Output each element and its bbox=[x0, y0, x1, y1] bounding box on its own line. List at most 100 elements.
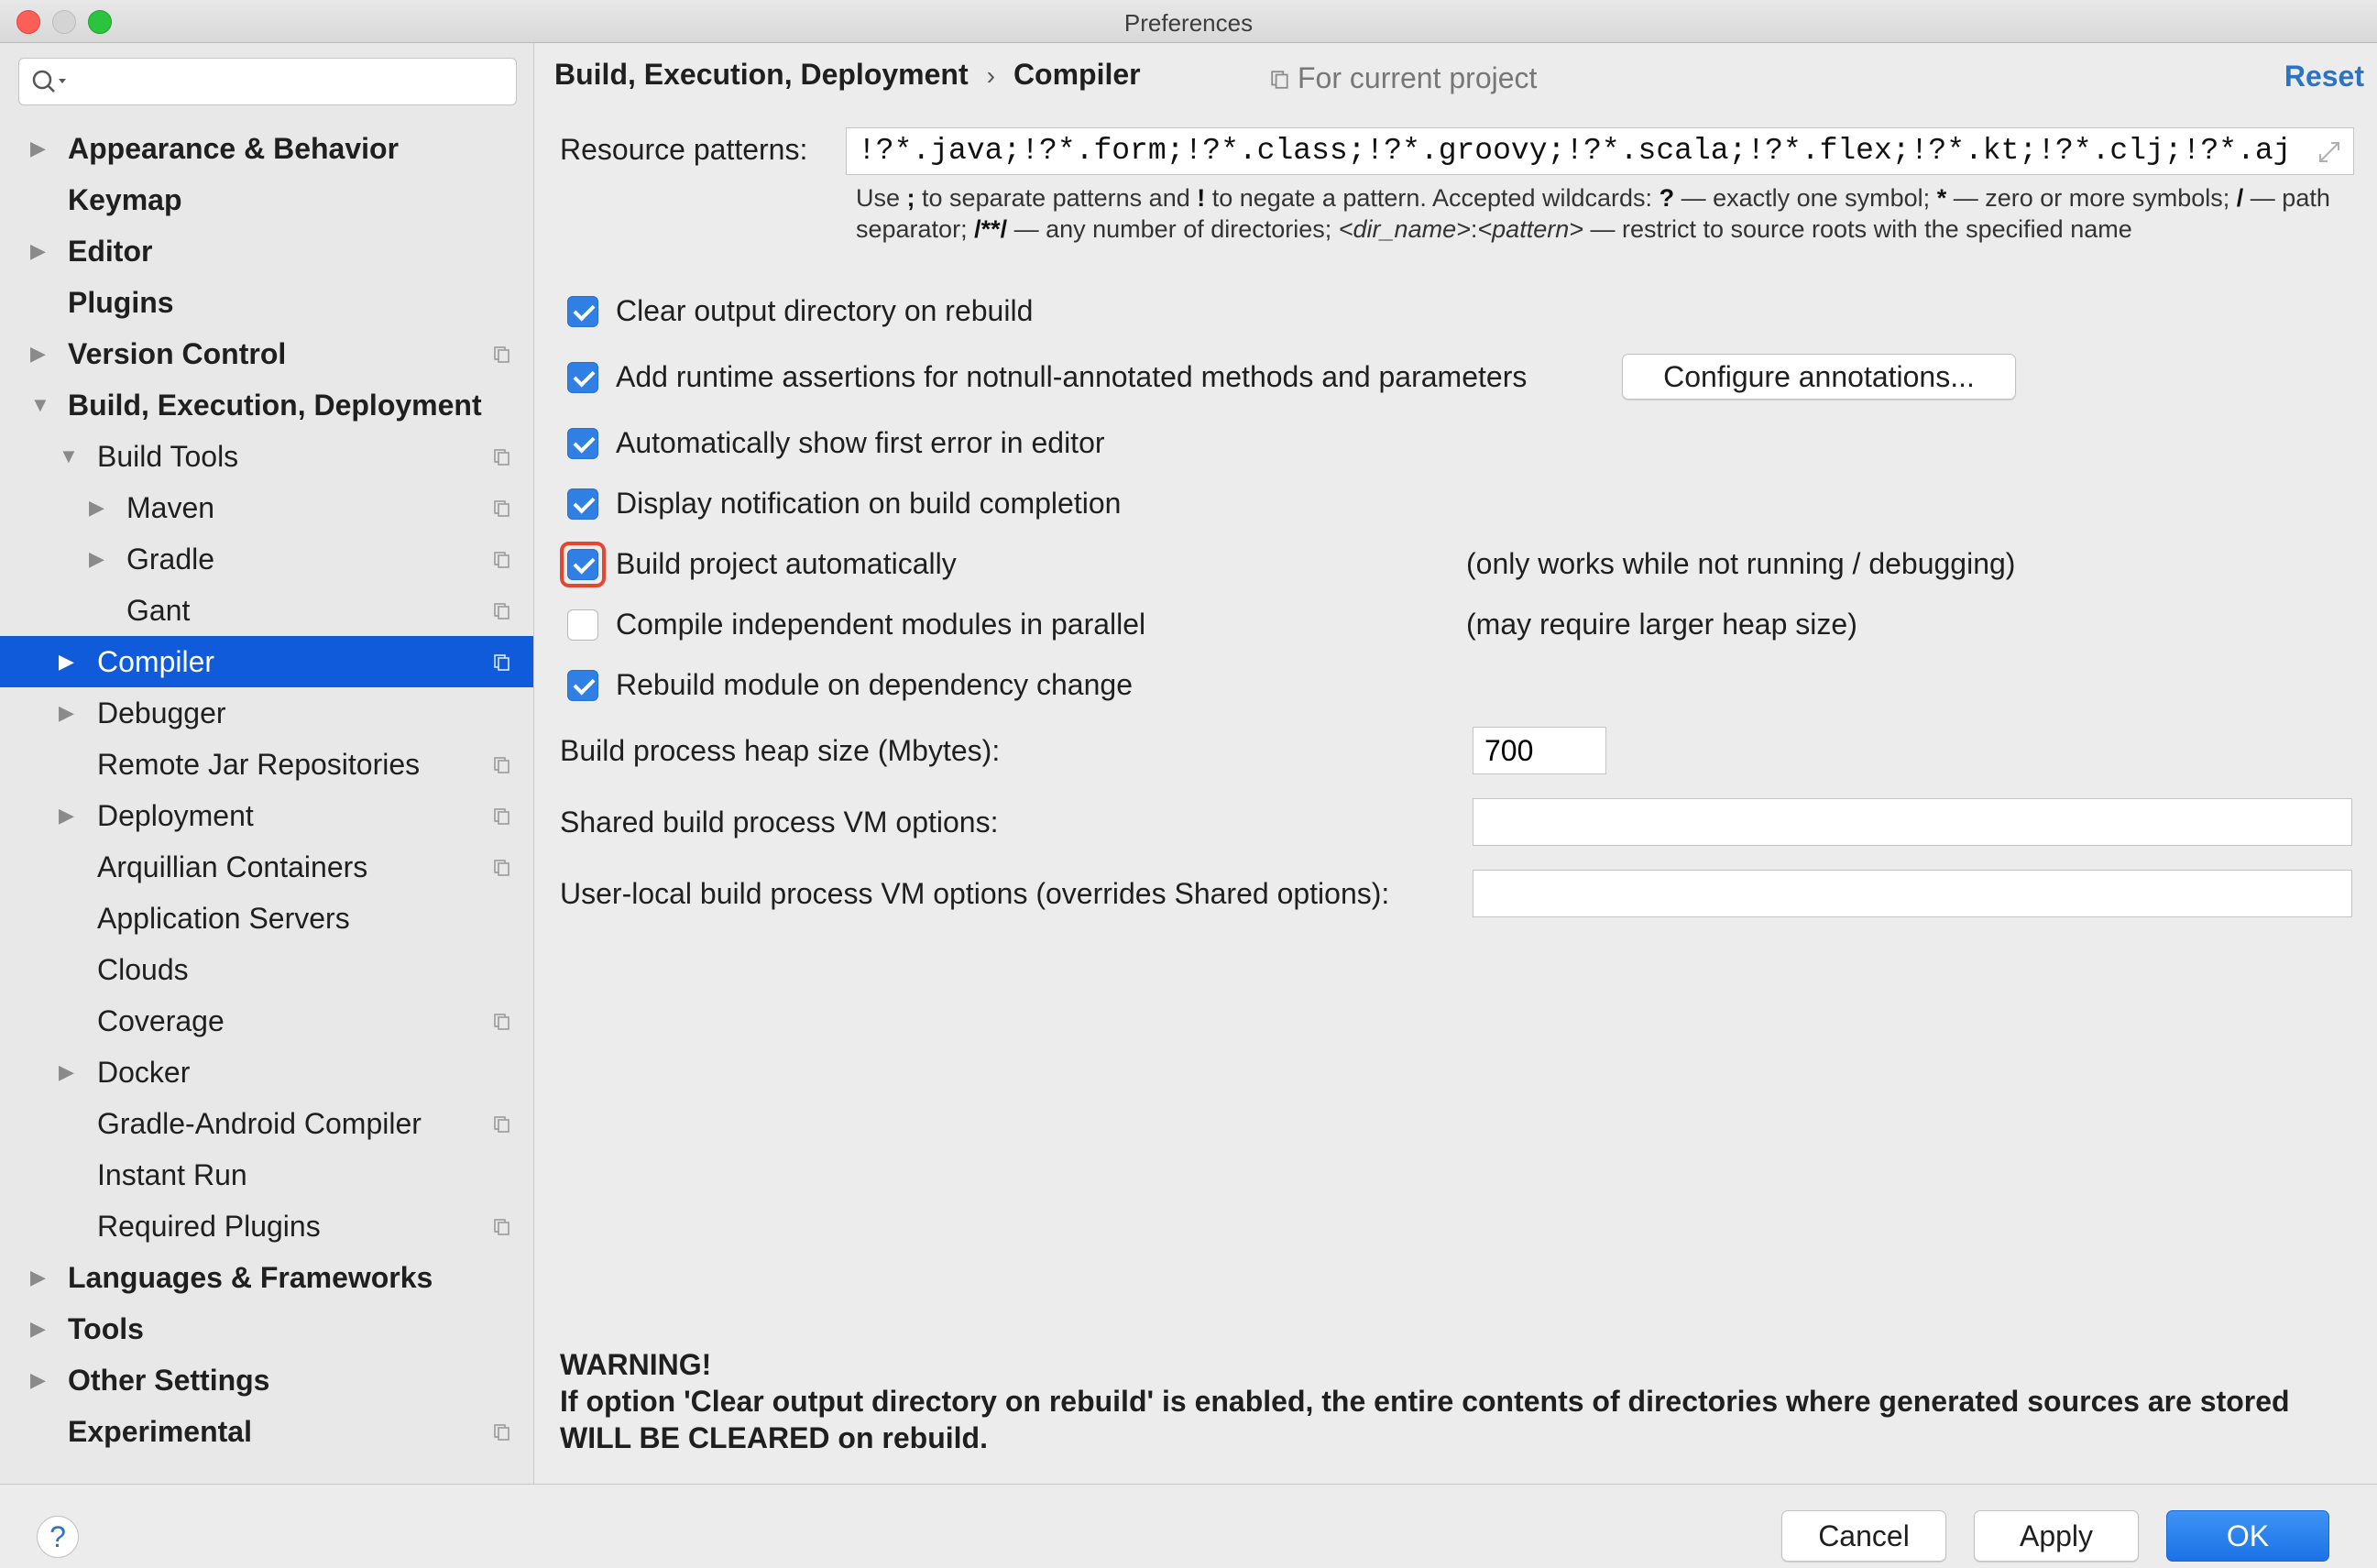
project-scope-icon bbox=[1271, 71, 1288, 89]
project-scope-icon bbox=[494, 757, 509, 773]
tree-item-label: Required Plugins bbox=[97, 1210, 321, 1243]
expand-arrow-icon[interactable]: ▶ bbox=[89, 533, 104, 585]
configure-annotations-button[interactable]: Configure annotations... bbox=[1622, 354, 2016, 400]
project-scope-icon bbox=[494, 449, 509, 466]
settings-search[interactable] bbox=[18, 58, 517, 105]
tree-item-remote-jar-repositories[interactable]: Remote Jar Repositories bbox=[0, 739, 533, 790]
tree-item-docker[interactable]: ▶ Docker bbox=[0, 1047, 533, 1098]
tree-item-application-servers[interactable]: Application Servers bbox=[0, 893, 533, 944]
expand-arrow-icon[interactable]: ▶ bbox=[30, 328, 46, 379]
tree-item-label: Editor bbox=[68, 235, 153, 268]
shared-vm-options-label: Shared build process VM options: bbox=[560, 806, 999, 839]
tree-item-compiler[interactable]: ▶ Compiler bbox=[0, 636, 533, 687]
expand-arrow-icon[interactable]: ▶ bbox=[59, 1047, 74, 1098]
ok-button[interactable]: OK bbox=[2166, 1510, 2329, 1562]
runtime-assertions-checkbox[interactable] bbox=[567, 362, 598, 393]
rebuild-dependency-checkbox[interactable] bbox=[567, 670, 598, 701]
tree-item-debugger[interactable]: ▶ Debugger bbox=[0, 687, 533, 739]
project-scope-icon bbox=[494, 346, 509, 363]
project-scope-icon bbox=[494, 860, 509, 876]
tree-item-maven[interactable]: ▶ Maven bbox=[0, 482, 533, 533]
project-scope-icon bbox=[494, 603, 509, 620]
tree-item-languages-frameworks[interactable]: ▶ Languages & Frameworks bbox=[0, 1252, 533, 1303]
notify-completion-checkbox[interactable] bbox=[567, 488, 598, 520]
tree-item-build-execution-deployment[interactable]: ▼ Build, Execution, Deployment bbox=[0, 379, 533, 431]
expand-arrow-icon[interactable]: ▶ bbox=[30, 1303, 46, 1354]
runtime-assertions-label: Add runtime assertions for notnull-annot… bbox=[616, 360, 1528, 393]
search-icon[interactable] bbox=[28, 66, 72, 97]
tree-item-tools[interactable]: ▶ Tools bbox=[0, 1303, 533, 1354]
tree-item-gradle-android-compiler[interactable]: Gradle-Android Compiler bbox=[0, 1098, 533, 1149]
help-button[interactable]: ? bbox=[37, 1516, 79, 1558]
project-scope-icon bbox=[494, 808, 509, 825]
tree-item-keymap[interactable]: Keymap bbox=[0, 174, 533, 225]
settings-search-input[interactable] bbox=[76, 64, 501, 99]
settings-tree: ▶ Appearance & Behavior Keymap ▶ Editor … bbox=[0, 123, 533, 1457]
tree-item-label: Keymap bbox=[68, 183, 182, 216]
tree-item-label: Languages & Frameworks bbox=[68, 1261, 433, 1294]
collapse-arrow-icon[interactable]: ▼ bbox=[30, 379, 50, 431]
tree-item-label: Debugger bbox=[97, 696, 226, 729]
clear-output-checkbox[interactable] bbox=[567, 296, 598, 327]
apply-button[interactable]: Apply bbox=[1974, 1510, 2139, 1562]
cancel-button[interactable]: Cancel bbox=[1781, 1510, 1946, 1562]
expand-arrow-icon[interactable]: ▶ bbox=[59, 790, 74, 841]
tree-item-build-tools[interactable]: ▼ Build Tools bbox=[0, 431, 533, 482]
tree-item-editor[interactable]: ▶ Editor bbox=[0, 225, 533, 277]
tree-item-label: Gradle bbox=[126, 543, 215, 576]
show-first-error-checkbox[interactable] bbox=[567, 428, 598, 459]
breadcrumb-separator: › bbox=[986, 61, 995, 90]
resource-patterns-label: Resource patterns: bbox=[560, 133, 808, 166]
tree-item-label: Coverage bbox=[97, 1004, 225, 1037]
tree-item-label: Version Control bbox=[68, 337, 287, 370]
collapse-arrow-icon[interactable]: ▼ bbox=[59, 431, 79, 482]
tree-item-deployment[interactable]: ▶ Deployment bbox=[0, 790, 533, 841]
tree-item-label: Remote Jar Repositories bbox=[97, 748, 421, 781]
tree-item-label: Application Servers bbox=[97, 902, 350, 935]
shared-vm-options-input[interactable] bbox=[1473, 798, 2352, 846]
expand-arrow-icon[interactable]: ▶ bbox=[30, 1252, 46, 1303]
tree-item-gant[interactable]: Gant bbox=[0, 585, 533, 636]
tree-item-gradle[interactable]: ▶ Gradle bbox=[0, 533, 533, 585]
expand-arrow-icon[interactable]: ▶ bbox=[30, 123, 46, 174]
expand-arrow-icon[interactable]: ▶ bbox=[59, 687, 74, 739]
parallel-compile-checkbox[interactable] bbox=[567, 609, 598, 641]
build-automatically-checkbox[interactable] bbox=[567, 549, 598, 580]
breadcrumb-parent[interactable]: Build, Execution, Deployment bbox=[554, 58, 969, 91]
tree-item-label: Maven bbox=[126, 491, 215, 524]
tree-item-label: Tools bbox=[68, 1312, 144, 1345]
show-first-error-label: Automatically show first error in editor bbox=[616, 426, 1105, 459]
tree-item-label: Plugins bbox=[68, 286, 174, 319]
tree-item-clouds[interactable]: Clouds bbox=[0, 944, 533, 995]
tree-item-version-control[interactable]: ▶ Version Control bbox=[0, 328, 533, 379]
user-vm-options-input[interactable] bbox=[1473, 870, 2352, 917]
breadcrumb-current: Compiler bbox=[1013, 58, 1141, 91]
tree-item-label: Arquillian Containers bbox=[97, 850, 368, 883]
tree-item-coverage[interactable]: Coverage bbox=[0, 995, 533, 1047]
tree-item-appearance-behavior[interactable]: ▶ Appearance & Behavior bbox=[0, 123, 533, 174]
project-scope-icon bbox=[494, 1424, 509, 1441]
reset-link[interactable]: Reset bbox=[2284, 60, 2364, 93]
project-scope-icon bbox=[494, 552, 509, 568]
dialog-footer: ? Cancel Apply OK bbox=[0, 1484, 2377, 1568]
clear-output-label: Clear output directory on rebuild bbox=[616, 294, 1034, 327]
scope-indicator: For current project bbox=[1270, 61, 1537, 95]
resource-patterns-input[interactable]: !?*.java;!?*.form;!?*.class;!?*.groovy;!… bbox=[846, 127, 2354, 175]
tree-item-plugins[interactable]: Plugins bbox=[0, 277, 533, 328]
build-automatically-label: Build project automatically bbox=[616, 547, 957, 580]
expand-field-icon[interactable] bbox=[2317, 139, 2342, 165]
compiler-settings-panel: Build, Execution, Deployment › Compiler Fo… bbox=[534, 43, 2377, 1484]
expand-arrow-icon[interactable]: ▶ bbox=[30, 225, 46, 277]
heap-size-input[interactable] bbox=[1473, 727, 1606, 774]
tree-item-label: Gant bbox=[126, 594, 191, 627]
tree-item-other-settings[interactable]: ▶ Other Settings bbox=[0, 1354, 533, 1406]
tree-item-instant-run[interactable]: Instant Run bbox=[0, 1149, 533, 1201]
tree-item-label: Appearance & Behavior bbox=[68, 132, 400, 165]
tree-item-label: Clouds bbox=[97, 953, 189, 986]
tree-item-required-plugins[interactable]: Required Plugins bbox=[0, 1201, 533, 1252]
expand-arrow-icon[interactable]: ▶ bbox=[89, 482, 104, 533]
tree-item-arquillian-containers[interactable]: Arquillian Containers bbox=[0, 841, 533, 893]
tree-item-experimental[interactable]: Experimental bbox=[0, 1406, 533, 1457]
expand-arrow-icon[interactable]: ▶ bbox=[59, 636, 74, 687]
expand-arrow-icon[interactable]: ▶ bbox=[30, 1354, 46, 1406]
